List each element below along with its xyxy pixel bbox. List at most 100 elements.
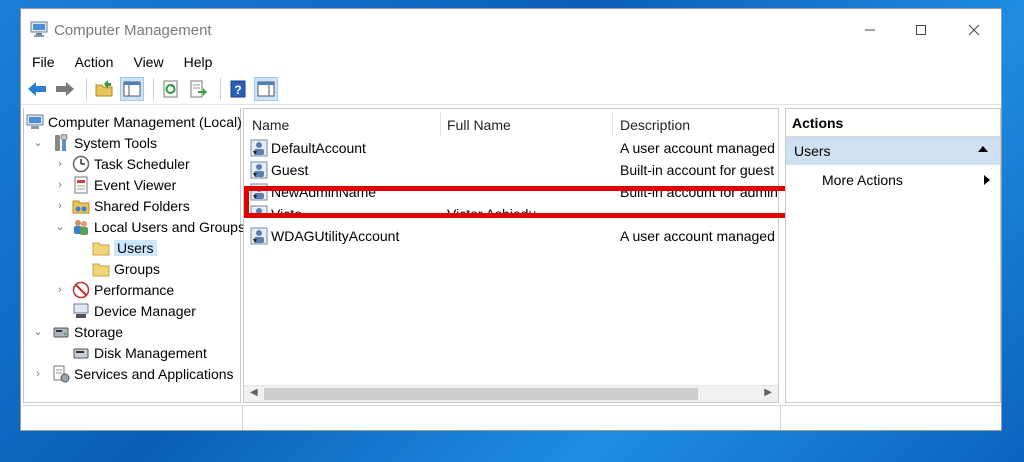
menu-view[interactable]: View [133,54,173,70]
forward-button[interactable] [53,77,77,101]
help-icon: ? [230,80,246,97]
actions-section-users[interactable]: Users [786,137,1000,165]
highlight-annotation-box [244,186,791,218]
collapsed-chevron-icon[interactable]: › [32,368,44,380]
tree-item-device-manager[interactable]: Device Manager [72,300,196,321]
toolbar-separator [86,77,87,100]
tree-label: Disk Management [94,344,207,361]
tree-item-event-viewer[interactable]: › Event Viewer [54,174,176,195]
tree-label: System Tools [74,134,157,151]
more-actions-item[interactable]: More Actions [786,167,1000,193]
close-icon [968,24,980,36]
system-tools-icon [55,133,68,151]
user-name: DefaultAccount [271,140,366,156]
show-hide-action-pane-button[interactable] [254,76,278,101]
user-description: Built-in account for guest [620,162,775,178]
event-viewer-icon [74,176,88,193]
collapse-up-icon[interactable] [978,146,988,152]
column-separator[interactable] [440,112,441,136]
table-row[interactable]: DefaultAccount A user account managed b [244,137,779,159]
shared-folder-icon [72,200,90,213]
column-separator[interactable] [612,112,613,136]
tree-label: Local Users and Groups [94,218,245,235]
scrollbar-thumb[interactable] [264,388,698,400]
collapsed-chevron-icon[interactable]: › [54,284,66,296]
title-bar: Computer Management [21,9,1001,51]
menu-help[interactable]: Help [184,54,223,70]
user-icon [250,227,268,245]
collapsed-chevron-icon[interactable]: › [54,158,66,170]
tree-item-services-and-applications[interactable]: › Services and Applications [32,363,234,384]
user-icon [250,139,268,157]
horizontal-scrollbar[interactable]: ◀ ▶ [244,385,778,402]
tree-item-computer-management[interactable]: Computer Management (Local) [26,111,242,132]
folder-icon [92,242,110,255]
export-list-icon [190,80,207,97]
scroll-right-arrow-icon[interactable]: ▶ [764,387,772,398]
tree-label: Device Manager [94,302,196,319]
tree-label: Services and Applications [74,365,234,382]
user-description: A user account managed b [620,140,779,156]
submenu-arrow-icon [984,175,990,185]
tree-item-disk-management[interactable]: Disk Management [72,342,207,363]
menu-file[interactable]: File [32,54,65,70]
tree-item-groups[interactable]: Groups [92,258,160,279]
performance-icon [72,281,90,298]
expanded-chevron-icon[interactable]: ⌄ [54,220,66,233]
back-button[interactable] [25,77,49,101]
actions-pane: Actions Users More Actions [785,108,1001,403]
actions-header: Actions [786,109,1000,137]
computer-management-icon [30,21,48,37]
menu-action[interactable]: Action [75,54,124,70]
up-one-level-button[interactable] [92,77,116,101]
folder-icon [92,263,110,276]
table-row[interactable]: Guest Built-in account for guest [244,159,778,181]
column-header-full-name[interactable]: Full Name [447,112,511,138]
local-users-groups-icon [74,219,88,235]
minimize-button[interactable] [847,9,893,51]
tree-item-task-scheduler[interactable]: › Task Scheduler [54,153,190,174]
collapsed-chevron-icon[interactable]: › [54,200,66,212]
tree-item-local-users-and-groups[interactable]: ⌄ Local Users and Groups [54,216,245,237]
tree-item-system-tools[interactable]: ⌄ System Tools [32,132,157,153]
toolbar: ? [21,73,1001,105]
forward-icon [56,81,74,96]
table-row[interactable]: WDAGUtilityAccount A user account manage… [244,225,779,247]
maximize-icon [916,25,926,35]
expanded-chevron-icon[interactable]: ⌄ [32,325,44,338]
scroll-left-arrow-icon[interactable]: ◀ [250,387,258,398]
tree-label: Task Scheduler [94,155,190,172]
toolbar-separator [153,77,154,100]
show-hide-console-tree-button[interactable] [120,76,144,101]
toolbar-separator [220,77,221,100]
back-icon [28,81,46,96]
task-scheduler-icon [72,155,90,172]
more-actions-label: More Actions [822,172,903,188]
status-section [23,406,243,430]
tree-label: Event Viewer [94,176,177,193]
column-header-name[interactable]: Name [252,112,289,138]
minimize-icon [865,29,875,31]
tree-item-shared-folders[interactable]: › Shared Folders [54,195,190,216]
maximize-button[interactable] [898,9,944,51]
tree-item-performance[interactable]: › Performance [54,279,174,300]
svg-text:?: ? [234,83,241,97]
tree-item-users[interactable]: Users [92,237,157,258]
export-list-button[interactable] [187,77,211,101]
user-name: WDAGUtilityAccount [271,228,400,244]
computer-management-icon [26,114,44,129]
collapsed-chevron-icon[interactable]: › [54,179,66,191]
tree-label: Performance [94,281,175,298]
status-section [781,406,1001,430]
close-button[interactable] [951,9,997,51]
user-description: A user account managed a [620,228,779,244]
user-icon [250,161,268,179]
tree-item-storage[interactable]: ⌄ Storage [32,321,123,342]
column-header-description[interactable]: Description [620,112,690,138]
disk-management-icon [73,348,89,358]
tree-label: Storage [74,323,124,340]
expanded-chevron-icon[interactable]: ⌄ [32,136,44,149]
help-button[interactable]: ? [226,77,250,101]
status-section [243,406,781,430]
refresh-button[interactable] [159,77,183,101]
